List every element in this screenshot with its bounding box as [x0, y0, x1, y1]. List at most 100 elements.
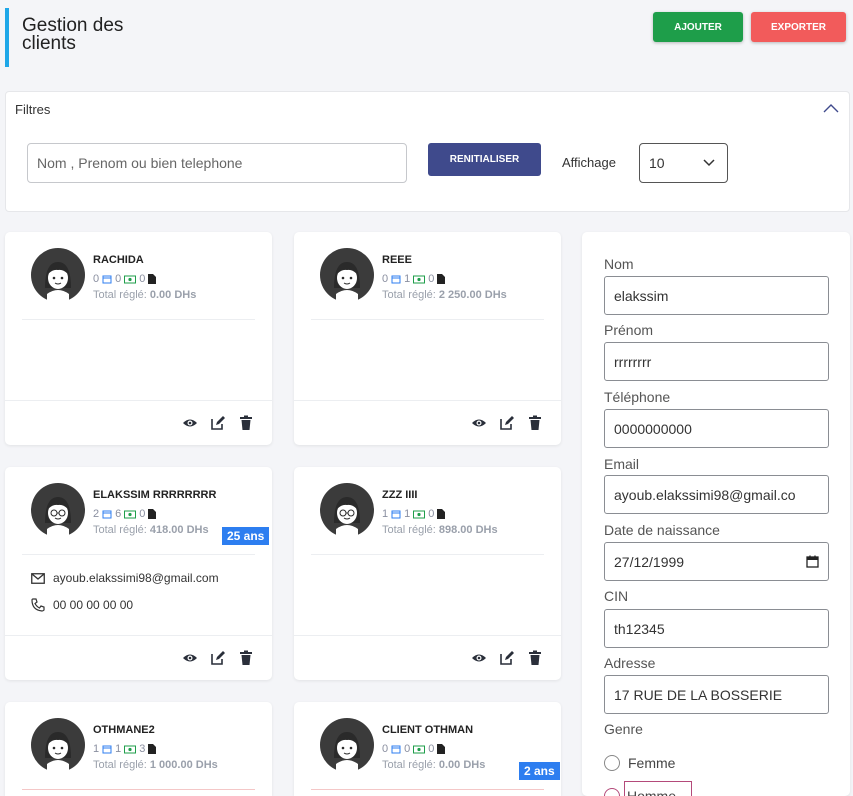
- card-actions: [182, 650, 254, 666]
- avatar-icon: [31, 718, 85, 772]
- payments-count: 6: [115, 508, 122, 520]
- avatar-icon: [31, 248, 85, 302]
- docs-count: 0: [139, 273, 146, 285]
- card-divider: [22, 789, 255, 790]
- rdv-count: 0: [382, 273, 389, 285]
- email-icon: [31, 572, 45, 584]
- email-field[interactable]: ayoub.elakssimi98@gmail.co: [604, 475, 829, 514]
- document-icon: [437, 744, 446, 754]
- client-card: RACHIDA 0 0 0 Total réglé: 0.00 DHs: [5, 232, 272, 445]
- client-form: Nom elakssim Prénom rrrrrrrr Téléphone 0…: [582, 232, 850, 796]
- client-stats: 0 0 0: [93, 273, 157, 285]
- genre-option-homme: Homme: [624, 781, 692, 796]
- payments-count: 1: [404, 508, 411, 520]
- edit-icon[interactable]: [210, 415, 226, 431]
- rdv-count: 1: [93, 743, 100, 755]
- payments-count: 0: [115, 273, 122, 285]
- delete-icon[interactable]: [238, 650, 254, 666]
- client-stats: 1 1 0: [382, 508, 446, 520]
- avatar-icon: [320, 718, 374, 772]
- view-icon[interactable]: [182, 415, 198, 431]
- calendar-icon: [391, 510, 401, 519]
- telephone-field[interactable]: 0000000000: [604, 409, 829, 448]
- client-stats: 0 1 0: [382, 273, 446, 285]
- adresse-label: Adresse: [604, 655, 656, 671]
- docs-count: 0: [139, 508, 146, 520]
- edit-icon[interactable]: [499, 650, 515, 666]
- chevron-up-icon[interactable]: [823, 102, 839, 114]
- dob-field[interactable]: 27/12/1999: [604, 542, 829, 581]
- edit-icon[interactable]: [210, 650, 226, 666]
- money-icon: [413, 745, 426, 753]
- filters-title: Filtres: [15, 102, 51, 117]
- rdv-count: 1: [382, 508, 389, 520]
- affichage-label: Affichage: [562, 155, 616, 170]
- search-input[interactable]: [27, 143, 407, 183]
- reset-button[interactable]: RENITIALISER: [428, 143, 541, 176]
- filters-panel: Filtres RENITIALISER Affichage 10: [5, 91, 850, 212]
- age-badge: 2 ans: [519, 762, 560, 780]
- card-actions: [182, 415, 254, 431]
- header-accent-bar: [5, 8, 9, 67]
- card-actions: [471, 415, 543, 431]
- nom-field[interactable]: elakssim: [604, 276, 829, 315]
- add-button[interactable]: AJOUTER: [653, 12, 743, 42]
- document-icon: [148, 744, 157, 754]
- client-email: ayoub.elakssimi98@gmail.com: [53, 571, 219, 585]
- genre-label: Genre: [604, 721, 643, 737]
- document-icon: [437, 274, 446, 284]
- card-actions: [471, 650, 543, 666]
- affichage-select[interactable]: 10: [639, 143, 728, 183]
- document-icon: [148, 274, 157, 284]
- client-total: Total réglé: 0.00 DHs: [93, 289, 197, 301]
- client-stats: 0 0 0: [382, 743, 446, 755]
- delete-icon[interactable]: [527, 650, 543, 666]
- card-divider: [311, 554, 544, 555]
- calendar-icon: [102, 510, 112, 519]
- genre-radio-femme[interactable]: [604, 755, 620, 771]
- delete-icon[interactable]: [527, 415, 543, 431]
- cin-field[interactable]: th12345: [604, 609, 829, 648]
- calendar-icon: [391, 745, 401, 754]
- dob-value: 27/12/1999: [614, 553, 685, 570]
- edit-icon[interactable]: [499, 415, 515, 431]
- adresse-field[interactable]: 17 RUE DE LA BOSSERIE: [604, 675, 829, 714]
- client-stats: 1 1 3: [93, 743, 157, 755]
- export-button[interactable]: EXPORTER: [751, 12, 846, 42]
- age-badge: 25 ans: [222, 527, 270, 545]
- rdv-count: 0: [382, 743, 389, 755]
- money-icon: [124, 510, 137, 518]
- card-divider: [22, 319, 255, 320]
- payments-count: 1: [115, 743, 122, 755]
- client-name: RACHIDA: [93, 254, 144, 266]
- phone-icon: [31, 598, 45, 612]
- client-stats: 2 6 0: [93, 508, 157, 520]
- money-icon: [413, 510, 426, 518]
- document-icon: [437, 509, 446, 519]
- avatar-icon: [320, 248, 374, 302]
- client-name: ZZZ IIII: [382, 489, 418, 501]
- docs-count: 3: [139, 743, 146, 755]
- payments-count: 1: [404, 273, 411, 285]
- client-total: Total réglé: 418.00 DHs: [93, 524, 209, 536]
- card-footer-divider: [294, 635, 561, 636]
- page-header: Gestion des clients AJOUTER EXPORTER: [0, 0, 853, 70]
- delete-icon[interactable]: [238, 415, 254, 431]
- money-icon: [124, 275, 137, 283]
- view-icon[interactable]: [471, 415, 487, 431]
- card-footer-divider: [294, 400, 561, 401]
- view-icon[interactable]: [182, 650, 198, 666]
- client-name: REEE: [382, 254, 412, 266]
- calendar-icon[interactable]: [806, 555, 819, 568]
- client-card: ELAKSSIM RRRRRRRR 2 6 0 Total réglé: 418…: [5, 467, 272, 680]
- client-name: CLIENT OTHMAN: [382, 724, 474, 736]
- prenom-field[interactable]: rrrrrrrr: [604, 342, 829, 381]
- genre-radio-homme[interactable]: [604, 788, 620, 796]
- docs-count: 0: [428, 743, 435, 755]
- card-footer-divider: [5, 635, 272, 636]
- docs-count: 0: [428, 508, 435, 520]
- view-icon[interactable]: [471, 650, 487, 666]
- telephone-label: Téléphone: [604, 389, 671, 405]
- email-label: Email: [604, 456, 640, 472]
- client-total: Total réglé: 0.00 DHs: [382, 759, 486, 771]
